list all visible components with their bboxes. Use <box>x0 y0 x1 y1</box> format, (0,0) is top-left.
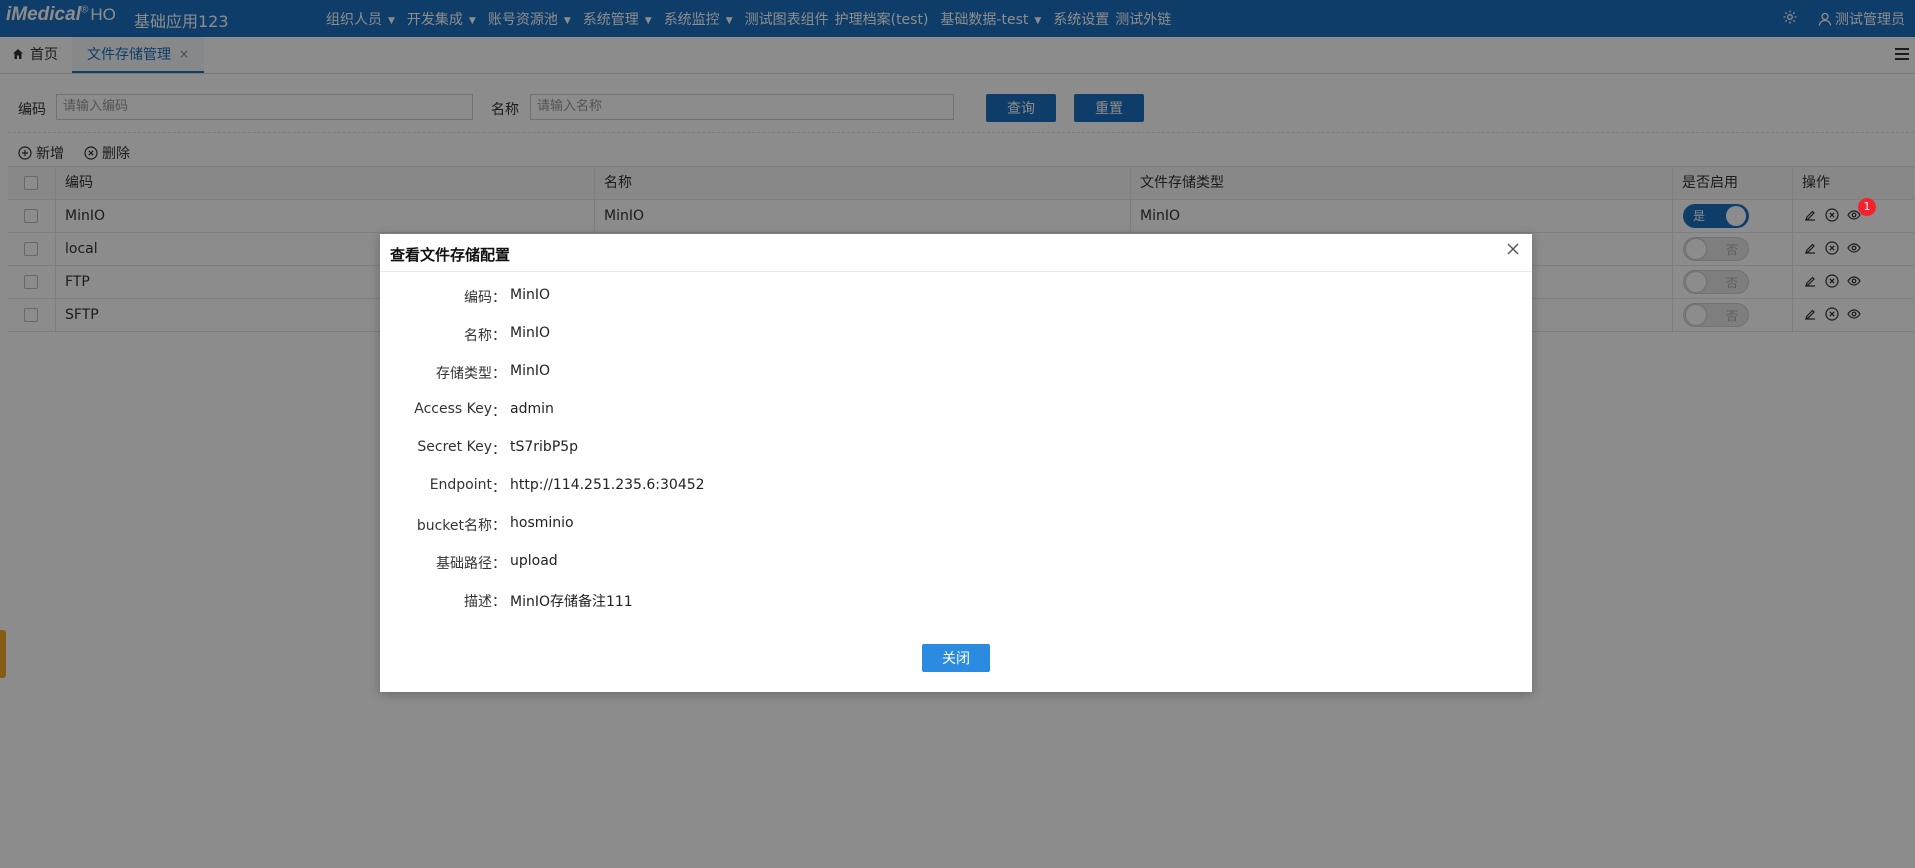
field-value: MinIO <box>510 287 550 303</box>
field-colon: ： <box>492 404 506 420</box>
field-value: MinIO存储备注111 <box>510 594 633 610</box>
dialog-title: 查看文件存储配置 <box>390 246 511 264</box>
field-label: Endpoint <box>429 477 492 493</box>
field-label: 基础路径 <box>436 556 492 572</box>
field-colon: ： <box>492 328 506 344</box>
field-label: 名称 <box>464 328 492 344</box>
field-colon: ： <box>492 556 506 572</box>
field-value: hosminio <box>510 515 574 531</box>
field-value: tS7ribP5p <box>510 439 579 455</box>
close-icon[interactable] <box>1506 242 1520 256</box>
field-value: admin <box>510 401 554 417</box>
field-value: upload <box>510 553 558 569</box>
field-colon: ： <box>492 594 506 610</box>
field-label: 存储类型 <box>436 366 492 382</box>
field-label: 编码 <box>464 290 492 306</box>
dialog-header: 查看文件存储配置 <box>380 234 1532 272</box>
field-label: Secret Key <box>417 439 492 455</box>
field-label: Access Key <box>414 401 492 417</box>
field-colon: ： <box>492 518 506 534</box>
field-colon: ： <box>492 442 506 458</box>
close-dialog-button[interactable]: 关闭 <box>922 644 990 672</box>
field-label: bucket名称 <box>416 518 492 534</box>
field-value: MinIO <box>510 325 550 341</box>
field-label: 描述 <box>464 594 492 610</box>
field-value: http://114.251.235.6:30452 <box>510 477 705 493</box>
notification-badge: 1 <box>1858 198 1876 216</box>
view-storage-config-dialog: 查看文件存储配置 编码： MinIO 名称： MinIO 存储类型： MinIO… <box>380 234 1532 692</box>
field-colon: ： <box>492 366 506 382</box>
field-colon: ： <box>492 290 506 306</box>
field-value: MinIO <box>510 363 550 379</box>
field-colon: ： <box>492 480 506 496</box>
